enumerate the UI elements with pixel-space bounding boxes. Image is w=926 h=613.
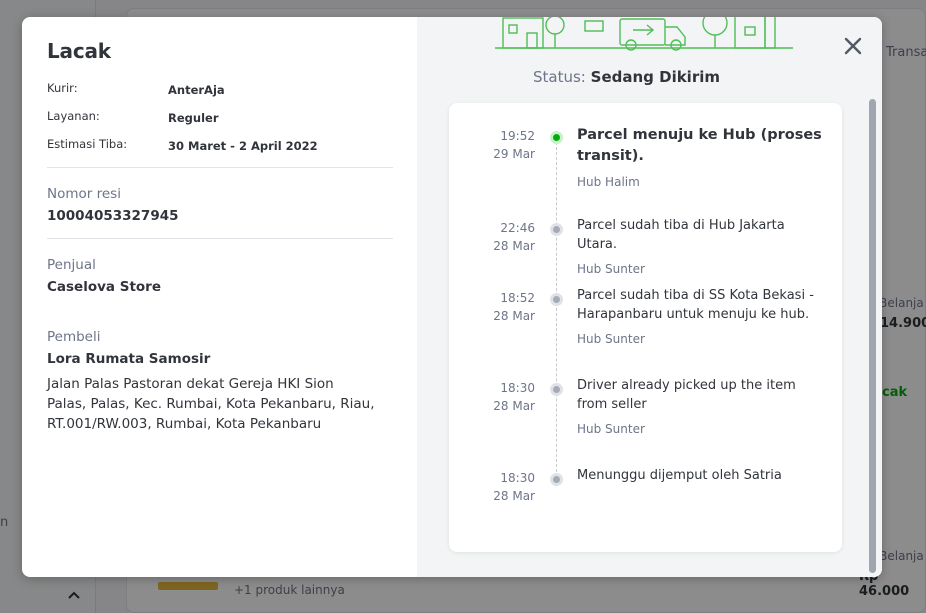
- time-label: 18:30: [500, 471, 535, 485]
- timeline-dot: [550, 223, 563, 236]
- eta-row: Estimasi Tiba: 30 Maret - 2 April 2022: [47, 137, 393, 153]
- timeline-hub: Hub Sunter: [577, 332, 645, 346]
- seller-label: Penjual: [47, 257, 96, 273]
- buyer-address: Jalan Palas Pastoran dekat Gereja HKI Si…: [47, 376, 375, 432]
- status-prefix: Status:: [533, 68, 586, 86]
- status-value: Sedang Dikirim: [590, 68, 720, 86]
- delivery-truck-illustration: [495, 17, 793, 51]
- shipment-status: Status: Sedang Dikirim: [417, 68, 836, 86]
- date-label: 29 Mar: [493, 147, 535, 161]
- courier-row: Kurir: AnterAja: [47, 81, 393, 97]
- timeline-dot: [550, 293, 563, 306]
- service-value: Reguler: [168, 111, 219, 125]
- time-label: 18:30: [500, 381, 535, 395]
- shipment-info-panel: Lacak Kurir: AnterAja Layanan: Reguler E…: [22, 17, 417, 577]
- scrollbar[interactable]: [869, 99, 876, 573]
- timeline-hub: Hub Halim: [577, 175, 640, 189]
- courier-value: AnterAja: [168, 83, 225, 97]
- timeline-dot: [550, 383, 563, 396]
- timeline-hub: Hub Sunter: [577, 422, 645, 436]
- timeline-content: Parcel menuju ke Hub (proses transit). H…: [577, 125, 822, 189]
- tracking-panel: Status: Sedang Dikirim 19:52 29 Mar Parc…: [417, 17, 882, 577]
- date-label: 28 Mar: [493, 239, 535, 253]
- resi-label: Nomor resi: [47, 186, 121, 202]
- buyer-name: Lora Rumata Samosir: [47, 351, 211, 367]
- seller-name: Caselova Store: [47, 279, 161, 295]
- time-label: 22:46: [500, 221, 535, 235]
- timeline-time: 18:52 28 Mar: [449, 289, 535, 325]
- timeline-time: 22:46 28 Mar: [449, 219, 535, 255]
- timeline-connector: [556, 137, 557, 477]
- timeline-title: Parcel sudah tiba di Hub Jakarta Utara.: [577, 218, 785, 252]
- timeline-dot: [550, 473, 563, 486]
- timeline-time: 18:30 28 Mar: [449, 469, 535, 505]
- service-row: Layanan: Reguler: [47, 109, 393, 125]
- date-label: 28 Mar: [493, 399, 535, 413]
- eta-label: Estimasi Tiba:: [47, 137, 128, 151]
- timeline-content: Parcel sudah tiba di Hub Jakarta Utara. …: [577, 216, 822, 276]
- divider: [47, 238, 393, 239]
- timeline-time: 19:52 29 Mar: [449, 127, 535, 163]
- modal-title: Lacak: [47, 39, 111, 63]
- timeline-content: Driver already picked up the item from s…: [577, 376, 822, 436]
- tracking-timeline: 19:52 29 Mar Parcel menuju ke Hub (prose…: [449, 103, 842, 552]
- timeline-title: Parcel menuju ke Hub (proses transit).: [577, 127, 822, 164]
- service-label: Layanan:: [47, 109, 100, 123]
- date-label: 28 Mar: [493, 489, 535, 503]
- date-label: 28 Mar: [493, 309, 535, 323]
- resi-number[interactable]: 10004053327945: [47, 208, 393, 224]
- timeline-content: Parcel sudah tiba di SS Kota Bekasi - Ha…: [577, 286, 822, 346]
- timeline-title: Driver already picked up the item from s…: [577, 378, 796, 412]
- timeline-hub: Hub Sunter: [577, 262, 645, 276]
- timeline-title: Parcel sudah tiba di SS Kota Bekasi - Ha…: [577, 288, 814, 322]
- buyer-label: Pembeli: [47, 329, 101, 345]
- timeline-title: Menunggu dijemput oleh Satria: [577, 468, 782, 483]
- tracking-modal: Lacak Kurir: AnterAja Layanan: Reguler E…: [22, 17, 882, 577]
- courier-label: Kurir:: [47, 81, 78, 95]
- close-icon[interactable]: [842, 35, 864, 57]
- time-label: 18:52: [500, 291, 535, 305]
- timeline-dot-active: [550, 131, 563, 144]
- time-label: 19:52: [500, 129, 535, 143]
- eta-value: 30 Maret - 2 April 2022: [168, 139, 318, 153]
- timeline-time: 18:30 28 Mar: [449, 379, 535, 415]
- divider: [47, 167, 393, 168]
- timeline-content: Menunggu dijemput oleh Satria: [577, 466, 822, 485]
